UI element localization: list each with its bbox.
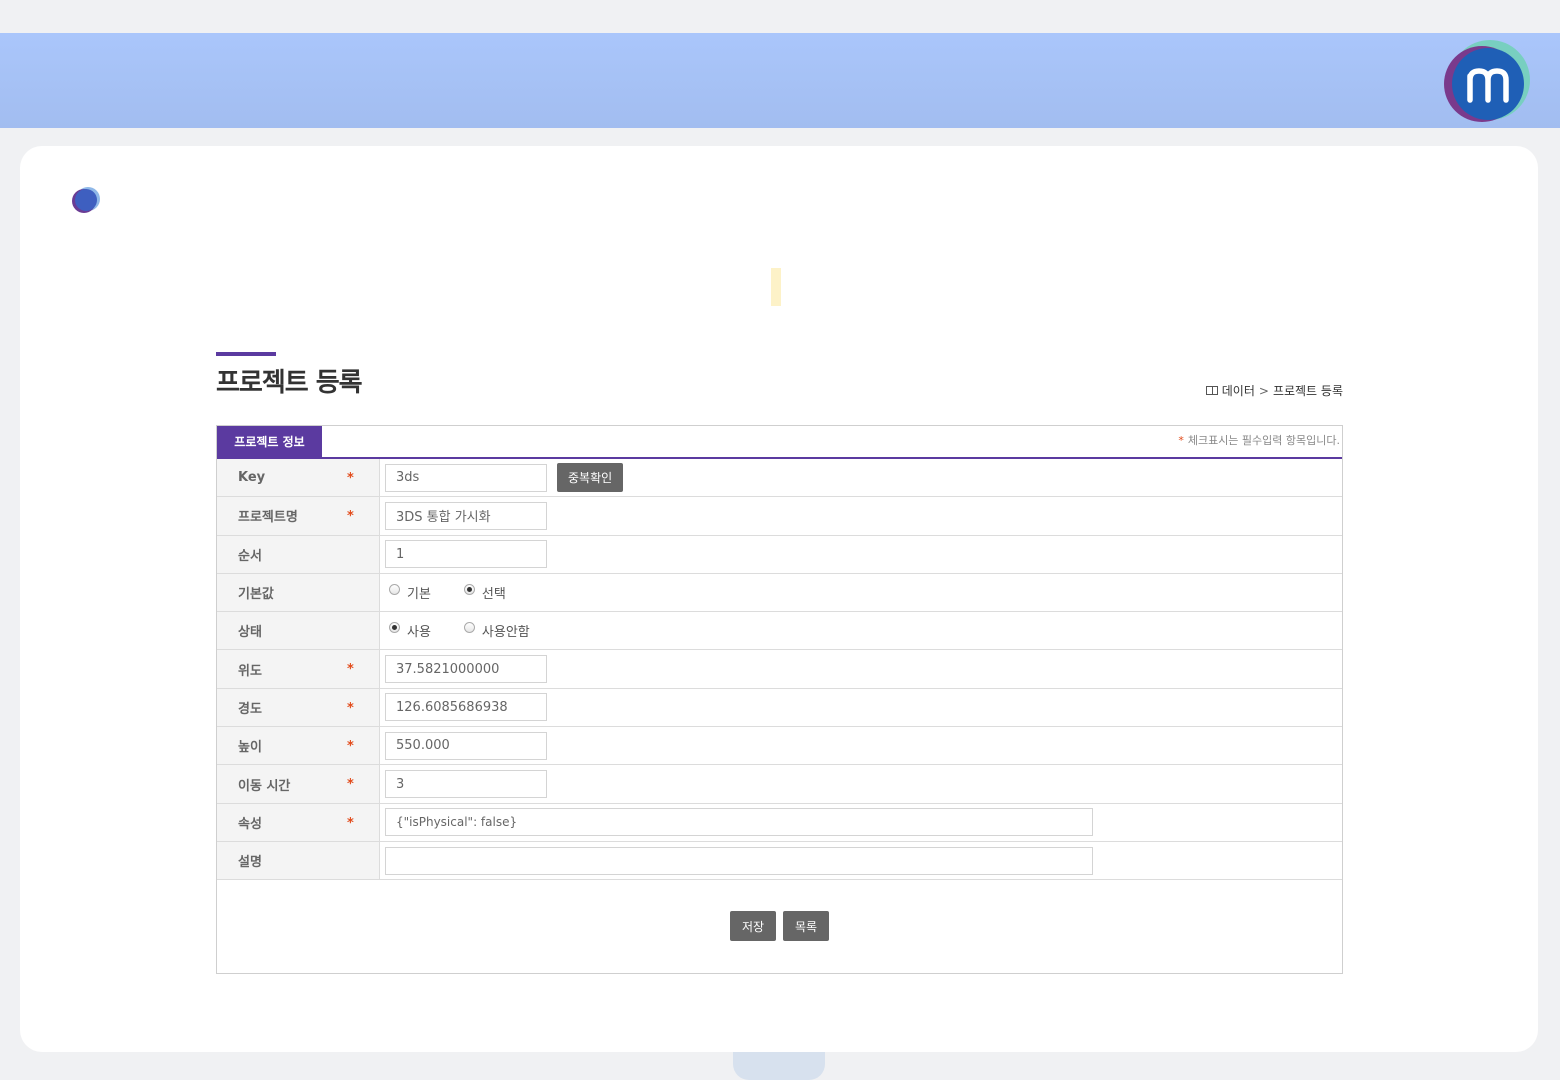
form-header: 프로젝트 정보 * 체크표시는 필수입력 항목입니다.	[217, 426, 1342, 459]
form-row-move-time: 이동 시간 *	[217, 765, 1342, 804]
required-note: * 체크표시는 필수입력 항목입니다.	[1178, 432, 1340, 448]
breadcrumb-parent[interactable]: 데이터	[1222, 382, 1255, 399]
radio-default-basic[interactable]: 기본	[389, 583, 431, 602]
latitude-label: 위도	[238, 663, 262, 679]
radio-status-unuse[interactable]: 사용안함	[463, 621, 530, 640]
radio-icon[interactable]	[389, 584, 400, 596]
tab-project-info[interactable]: 프로젝트 정보	[217, 426, 322, 457]
key-label: Key	[238, 470, 266, 486]
field-label: 순서	[217, 535, 380, 573]
form-row-longitude: 경도 *	[217, 688, 1342, 728]
required-note-text: 체크표시는 필수입력 항목입니다.	[1187, 434, 1340, 447]
field-label: 프로젝트명 *	[217, 497, 380, 535]
form-row-order: 순서	[217, 535, 1342, 574]
form-row-description: 설명	[217, 841, 1342, 881]
page-title: 프로젝트 등록	[216, 368, 363, 398]
radio-default-select[interactable]: 선택	[463, 583, 506, 602]
required-star: *	[347, 739, 354, 755]
book-icon	[1205, 386, 1218, 395]
default-label: 기본값	[238, 587, 274, 603]
form-actions: 저장 목록	[217, 880, 1342, 972]
form-row-latitude: 위도 *	[217, 650, 1342, 689]
longitude-input[interactable]	[385, 693, 547, 722]
height-label: 높이	[238, 740, 262, 756]
order-input[interactable]	[385, 540, 547, 569]
latitude-input[interactable]	[385, 655, 547, 684]
required-star: *	[347, 700, 354, 716]
breadcrumb-separator: >	[1258, 383, 1269, 398]
bottom-handle[interactable]	[733, 1052, 825, 1080]
name-label: 프로젝트명	[238, 510, 298, 526]
radio-icon[interactable]	[463, 622, 475, 634]
field-label: Key *	[217, 459, 380, 497]
project-form: 프로젝트 정보 *체크표시는 필수입력 항목입니다. Key * 중복확인 프로…	[216, 425, 1343, 974]
field-label: 기본값	[217, 573, 380, 612]
attributes-input[interactable]	[385, 808, 1093, 837]
field-label: 높이 *	[217, 727, 380, 765]
field-label: 위도 *	[217, 650, 380, 688]
radio-selected-icon[interactable]	[463, 584, 475, 596]
top-header-bar	[0, 33, 1560, 128]
project-name-input[interactable]	[385, 501, 547, 530]
field-label: 속성 *	[217, 803, 380, 841]
field-label: 경도 *	[217, 688, 380, 727]
radio-status-use[interactable]: 사용	[389, 621, 431, 640]
duplicate-check-button[interactable]: 중복확인	[557, 463, 624, 493]
height-input[interactable]	[385, 731, 547, 760]
required-star: *	[347, 509, 354, 525]
attributes-label: 속성	[238, 816, 262, 832]
description-label: 설명	[238, 855, 262, 871]
form-row-height: 높이 *	[217, 727, 1342, 766]
list-button[interactable]: 목록	[783, 911, 829, 942]
description-input[interactable]	[385, 846, 1093, 875]
required-star: *	[347, 815, 354, 831]
decorative-mark	[771, 268, 781, 306]
breadcrumb: 데이터 > 프로젝트 등록	[1205, 382, 1343, 399]
form-row-name: 프로젝트명 *	[217, 497, 1342, 536]
title-accent-bar	[216, 352, 276, 356]
form-row-status: 상태 사용 사용안함	[217, 612, 1342, 651]
longitude-label: 경도	[238, 701, 262, 717]
m-logo-icon[interactable]	[1438, 40, 1532, 124]
form-row-default: 기본값 기본 선택	[217, 573, 1342, 613]
required-star: *	[347, 662, 354, 678]
move-time-label: 이동 시간	[238, 778, 291, 794]
form-row-key: Key * 중복확인	[217, 459, 1342, 498]
field-label: 설명	[217, 841, 380, 880]
required-star: *	[347, 471, 354, 486]
move-time-input[interactable]	[385, 770, 547, 799]
decorative-dot-icon	[72, 187, 100, 213]
field-label: 상태	[217, 612, 380, 650]
status-label: 상태	[238, 625, 262, 641]
order-label: 순서	[238, 548, 262, 564]
breadcrumb-current: 프로젝트 등록	[1272, 384, 1343, 398]
form-row-attributes: 속성 *	[217, 803, 1342, 842]
required-star: *	[347, 777, 354, 793]
save-button[interactable]: 저장	[730, 911, 776, 942]
field-label: 이동 시간 *	[217, 765, 380, 803]
key-input[interactable]	[385, 463, 547, 492]
radio-selected-icon[interactable]	[389, 622, 400, 634]
required-star: *	[1178, 434, 1184, 447]
